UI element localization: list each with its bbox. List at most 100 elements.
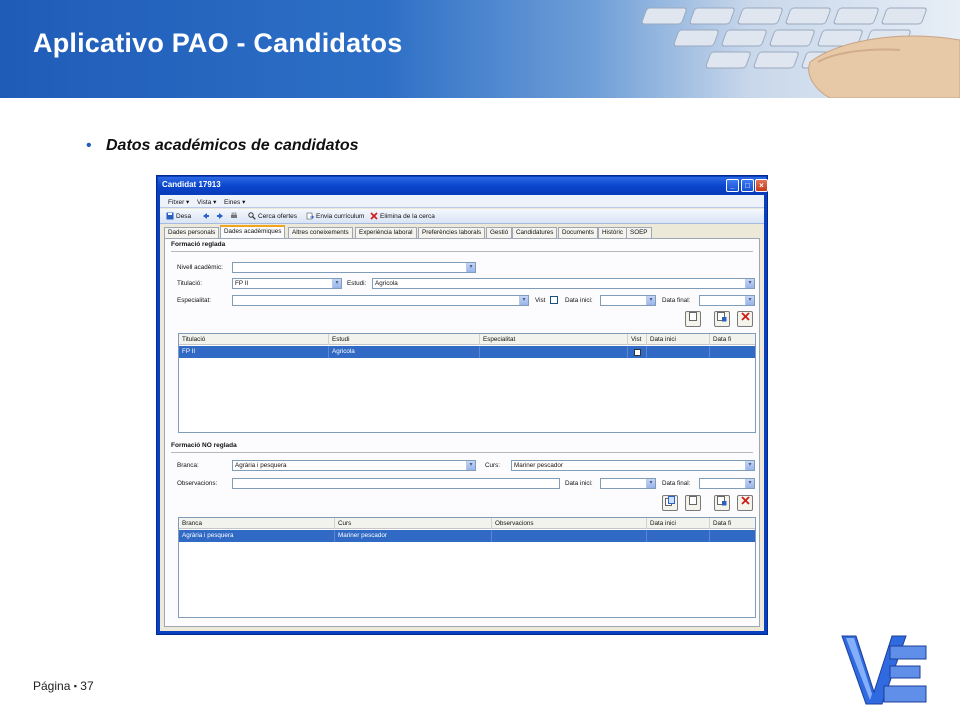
curs-select[interactable]: Mariner pescador ▾ xyxy=(511,460,755,471)
maximize-icon[interactable]: □ xyxy=(741,179,754,192)
branca-label: Branca: xyxy=(177,462,199,469)
save-icon xyxy=(166,212,174,220)
tab-candidatures[interactable]: Candidatures xyxy=(512,227,558,238)
cell-observacions xyxy=(492,530,647,542)
save-record-button[interactable] xyxy=(714,311,730,327)
forward-button[interactable] xyxy=(216,212,226,220)
col-especialitat[interactable]: Especialitat xyxy=(480,334,628,345)
especialitat-select[interactable]: ▾ xyxy=(232,295,529,306)
close-icon[interactable]: × xyxy=(755,179,768,192)
copy-icon xyxy=(665,496,675,506)
vist-row-checkbox[interactable] xyxy=(634,349,641,356)
search-offers-button[interactable]: Cerca ofertes xyxy=(248,212,297,220)
send-cv-button[interactable]: Envia currículum xyxy=(306,212,364,220)
delete-icon xyxy=(740,496,750,505)
col-curs[interactable]: Curs xyxy=(335,518,492,529)
data-inici-picker[interactable]: ▾ xyxy=(600,295,656,306)
delete-icon xyxy=(740,312,750,321)
titulacio-value: FP II xyxy=(235,280,249,287)
page-number: 37 xyxy=(80,679,94,693)
estudi-label: Estudi: xyxy=(347,280,367,287)
copy-record-button[interactable] xyxy=(662,495,678,511)
back-button[interactable] xyxy=(202,212,212,220)
branca-select[interactable]: Agrària i pesquera ▾ xyxy=(232,460,476,471)
delete-search-button[interactable]: Elimina de la cerca xyxy=(370,212,435,220)
new-record-button[interactable] xyxy=(685,311,701,327)
nf-delete-record-button[interactable] xyxy=(737,495,753,511)
table-row[interactable]: Agrària i pesquera Mariner pescador xyxy=(179,530,755,542)
chevron-down-icon[interactable]: ▾ xyxy=(745,479,754,488)
save-document-icon xyxy=(717,496,727,506)
delete-search-label: Elimina de la cerca xyxy=(380,213,435,220)
col-titulacio[interactable]: Titulació xyxy=(179,334,329,345)
level-label: Nivell acadèmic: xyxy=(177,264,223,271)
nonformal-section-title: Formació NO reglada xyxy=(171,442,237,449)
print-button[interactable] xyxy=(230,212,240,220)
cell-curs: Mariner pescador xyxy=(335,530,492,542)
col-data-fi[interactable]: Data fi xyxy=(710,334,757,345)
menu-eines[interactable]: Eines ▾ xyxy=(224,198,245,206)
minimize-icon[interactable]: _ xyxy=(726,179,739,192)
cell-data-inici xyxy=(647,346,710,358)
col-data-fi[interactable]: Data fi xyxy=(710,518,757,529)
tab-soep[interactable]: SOEP xyxy=(626,227,652,238)
tab-experiencia-laboral[interactable]: Experiència laboral xyxy=(355,227,417,238)
page-label: Página xyxy=(33,679,71,693)
data-inici-label: Data inici: xyxy=(565,297,593,304)
col-data-inici[interactable]: Data inici xyxy=(647,518,710,529)
nf-data-inici-picker[interactable]: ▾ xyxy=(600,478,656,489)
estudi-select[interactable]: Agricola ▾ xyxy=(372,278,755,289)
send-cv-label: Envia currículum xyxy=(316,213,365,220)
chevron-down-icon[interactable]: ▾ xyxy=(745,279,754,288)
nf-save-record-button[interactable] xyxy=(714,495,730,511)
chevron-down-icon[interactable]: ▾ xyxy=(466,461,475,470)
chevron-down-icon[interactable]: ▾ xyxy=(745,461,754,470)
chevron-down-icon[interactable]: ▾ xyxy=(519,296,528,305)
new-document-icon xyxy=(689,496,697,505)
nf-new-record-button[interactable] xyxy=(685,495,701,511)
observacions-input[interactable] xyxy=(232,478,560,489)
col-branca[interactable]: Branca xyxy=(179,518,335,529)
menu-vista[interactable]: Vista ▾ xyxy=(197,198,216,206)
academic-panel: Formació reglada Nivell acadèmic: ▾ Titu… xyxy=(164,238,760,627)
observacions-label: Observacions: xyxy=(177,480,218,487)
nf-data-final-picker[interactable]: ▾ xyxy=(699,478,755,489)
cell-data-fi xyxy=(710,346,757,358)
cell-data-inici xyxy=(647,530,710,542)
window-client: Fitxer ▾ Vista ▾ Eines ▾ Desa Cerca ofer… xyxy=(160,195,764,631)
tab-dades-personals[interactable]: Dades personals xyxy=(164,227,220,238)
col-estudi[interactable]: Estudi xyxy=(329,334,480,345)
window-titlebar[interactable]: Candidat 17913 _ □ × xyxy=(158,177,768,194)
menu-fitxer[interactable]: Fitxer ▾ xyxy=(168,198,189,206)
data-final-picker[interactable]: ▾ xyxy=(699,295,755,306)
titulacio-select[interactable]: FP II ▾ xyxy=(232,278,342,289)
chevron-down-icon[interactable]: ▾ xyxy=(646,296,655,305)
chevron-down-icon[interactable]: ▾ xyxy=(466,263,475,272)
tab-dades-academiques[interactable]: Dades acadèmiques xyxy=(220,225,286,238)
level-select[interactable]: ▾ xyxy=(232,262,476,273)
tab-preferencies-laborals[interactable]: Preferències laborals xyxy=(418,227,486,238)
col-vist[interactable]: Vist xyxy=(628,334,647,345)
save-button[interactable]: Desa xyxy=(166,212,191,220)
search-offers-label: Cerca ofertes xyxy=(258,213,298,220)
chevron-down-icon[interactable]: ▾ xyxy=(745,296,754,305)
tab-historic[interactable]: Històric xyxy=(598,227,627,238)
vist-checkbox[interactable] xyxy=(550,296,558,304)
chevron-down-icon[interactable]: ▾ xyxy=(646,479,655,488)
red-x-icon xyxy=(370,212,378,220)
tab-strip: Dades personals Dades acadèmiques Altres… xyxy=(164,225,760,238)
nonformal-grid-header: Branca Curs Observacions Data inici Data… xyxy=(179,518,755,529)
col-data-inici[interactable]: Data inici xyxy=(647,334,710,345)
menu-bar: Fitxer ▾ Vista ▾ Eines ▾ xyxy=(160,195,764,208)
table-row[interactable]: FP II Agricola xyxy=(179,346,755,358)
new-document-icon xyxy=(689,312,697,321)
chevron-down-icon[interactable]: ▾ xyxy=(332,279,341,288)
branca-value: Agrària i pesquera xyxy=(235,462,287,469)
tab-altres-coneixements[interactable]: Altres coneixements xyxy=(288,227,353,238)
delete-record-button[interactable] xyxy=(737,311,753,327)
tab-documents[interactable]: Documents xyxy=(558,227,598,238)
save-document-icon xyxy=(717,312,727,322)
col-observacions[interactable]: Observacions xyxy=(492,518,647,529)
tab-gestio[interactable]: Gestió xyxy=(486,227,513,238)
bullet-text: Datos académicos de candidatos xyxy=(106,137,359,154)
